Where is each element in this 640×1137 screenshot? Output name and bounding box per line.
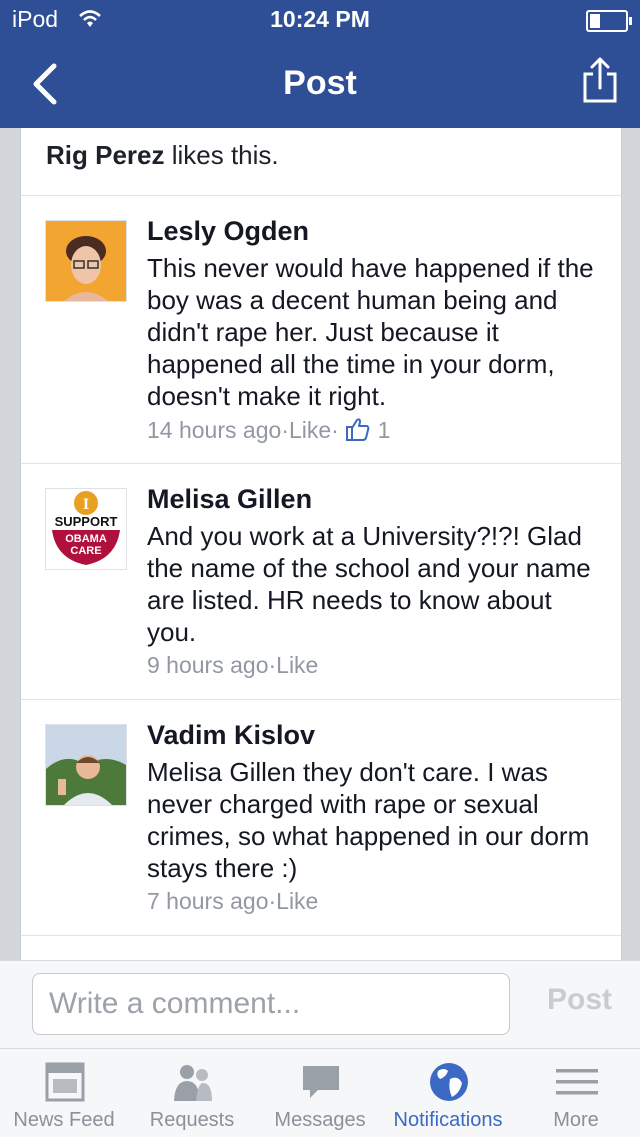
- like-button[interactable]: Like: [276, 652, 318, 679]
- likes-suffix: likes this.: [164, 140, 279, 170]
- comment-meta: 9 hours ago · Like: [147, 652, 318, 679]
- divider: [21, 935, 621, 936]
- tab-messages[interactable]: Messages: [256, 1049, 384, 1137]
- tab-bar: News Feed Requests Messages Notification…: [0, 1048, 640, 1137]
- avatar[interactable]: [45, 220, 127, 302]
- post-button[interactable]: Post: [547, 983, 612, 1017]
- comments-panel[interactable]: Rig Perez likes this. Lesly Ogden This n…: [20, 128, 622, 960]
- avatar[interactable]: [45, 724, 127, 806]
- tab-label: Requests: [149, 1109, 235, 1131]
- comment-composer: Write a comment... Post: [0, 960, 640, 1049]
- tab-requests[interactable]: Requests: [128, 1049, 256, 1137]
- messages-icon: [303, 1066, 339, 1098]
- avatar-care-text: CARE: [70, 545, 101, 557]
- divider: [21, 699, 621, 700]
- tab-more[interactable]: More: [512, 1049, 640, 1137]
- like-count: 1: [377, 417, 391, 443]
- divider: [21, 195, 621, 196]
- tab-label: More: [553, 1109, 599, 1131]
- comment-time: 7 hours ago: [147, 888, 269, 914]
- tab-label: Notifications: [393, 1109, 503, 1131]
- comment-text: This never would have happened if the bo…: [147, 253, 594, 411]
- commenter-name[interactable]: Vadim Kislov: [147, 720, 315, 751]
- meta-separator: ·: [268, 888, 277, 914]
- status-bar: iPod 10:24 PM: [0, 0, 640, 40]
- avatar-support-text: SUPPORT: [55, 514, 118, 529]
- comment-input[interactable]: Write a comment...: [32, 973, 510, 1035]
- tab-label: News Feed: [13, 1109, 115, 1131]
- avatar-letter: I: [83, 496, 89, 513]
- meta-separator: ·: [268, 652, 277, 678]
- commenter-name[interactable]: Melisa Gillen: [147, 484, 312, 515]
- comment-meta: 7 hours ago · Like: [147, 888, 318, 915]
- like-button[interactable]: Like: [276, 888, 318, 915]
- comment-time: 9 hours ago: [147, 652, 269, 678]
- menu-icon: [556, 1069, 598, 1095]
- comment-meta: 14 hours ago · Like · 1: [147, 416, 390, 444]
- like-button[interactable]: Like: [289, 417, 331, 444]
- battery-icon: [586, 10, 632, 32]
- navigation-header: iPod 10:24 PM Post: [0, 0, 640, 128]
- page-title: Post: [283, 64, 357, 102]
- clock: 10:24 PM: [270, 6, 370, 32]
- share-icon[interactable]: [582, 56, 618, 104]
- avatar-obama-text: OBAMA: [65, 533, 107, 545]
- tab-news-feed[interactable]: News Feed: [0, 1049, 128, 1137]
- divider: [21, 463, 621, 464]
- commenter-name[interactable]: Lesly Ogden: [147, 216, 309, 247]
- tab-label: Messages: [274, 1109, 366, 1131]
- comment-time: 14 hours ago: [147, 417, 282, 443]
- meta-separator: ·: [331, 417, 339, 443]
- liker-name[interactable]: Rig Perez: [46, 140, 165, 170]
- likes-summary[interactable]: Rig Perez likes this.: [46, 140, 279, 171]
- comment-text: And you work at a University?!?! Glad th…: [147, 521, 591, 647]
- meta-separator: ·: [281, 417, 289, 443]
- tab-notifications[interactable]: Notifications: [384, 1049, 512, 1137]
- news-feed-icon: [45, 1062, 85, 1102]
- friend-requests-icon: [174, 1065, 212, 1101]
- thumbs-up-icon: [346, 418, 370, 441]
- avatar[interactable]: I SUPPORT OBAMA CARE: [45, 488, 127, 570]
- comment-text: Melisa Gillen they don't care. I was nev…: [147, 757, 590, 883]
- globe-icon: [430, 1063, 468, 1101]
